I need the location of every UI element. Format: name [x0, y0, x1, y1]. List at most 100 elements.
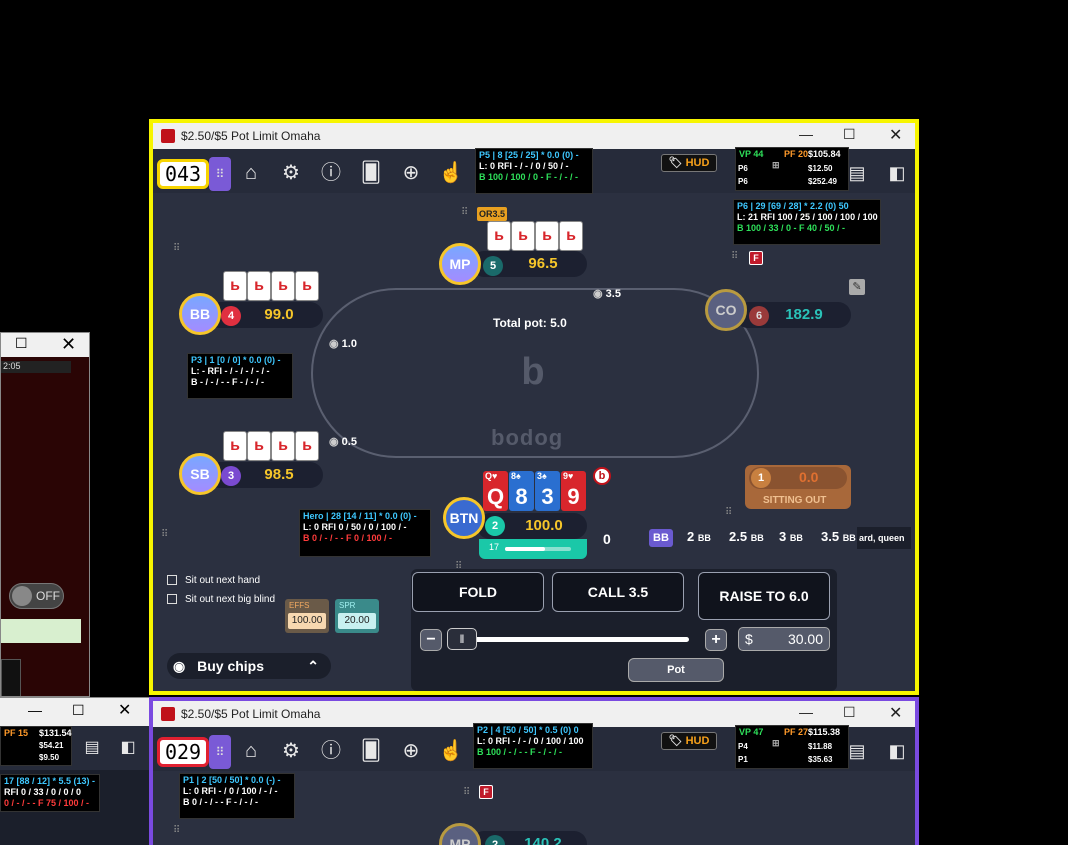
checkbox[interactable] — [167, 575, 177, 586]
co-seat[interactable]: CO — [705, 289, 747, 331]
note-icon[interactable]: ✎ — [849, 279, 865, 295]
buy-chips-button[interactable]: ◉ Buy chips ⌃ — [167, 653, 331, 679]
mp-seat[interactable]: MP — [439, 243, 481, 285]
maximize-icon[interactable]: ☐ — [843, 704, 856, 721]
call-button[interactable]: CALL 3.5 — [552, 572, 684, 612]
spr-value: 20.00 — [338, 613, 376, 629]
open-raise-label: OR3.5 — [477, 207, 507, 221]
card-corner: 3♠ — [537, 471, 547, 481]
hero-hud[interactable]: Hero | 28 [14 / 11] * 0.0 (0) - L: 0 RFI… — [299, 509, 431, 557]
drag-handle-icon[interactable]: ⠿ — [173, 825, 180, 836]
home-icon[interactable]: ⌂ — [237, 159, 265, 187]
cards-icon[interactable]: 🂠 — [357, 737, 385, 765]
preset-2-5bb[interactable]: 2.5 BB — [729, 529, 764, 544]
cashier-icon[interactable]: ☝ — [437, 159, 465, 187]
p1-hud[interactable]: P1 | 2 [50 / 50] * 0.0 (-) - L: 0 RFI - … — [179, 773, 295, 819]
add-table-icon[interactable]: ⊕ — [397, 159, 425, 187]
add-table-icon[interactable]: ⊕ — [397, 737, 425, 765]
fold-button[interactable]: FOLD — [412, 572, 544, 612]
seat-number: 3 — [221, 466, 241, 486]
drag-handle-icon[interactable]: ⠿ — [455, 561, 462, 572]
hud-line: Hero | 28 [14 / 11] * 0.0 (0) - — [303, 511, 417, 521]
vp-stats-hud[interactable]: VP 47 PF 27 $115.38 P4 ⊞ $11.88 P1 $35.6… — [735, 725, 849, 769]
bet-slider-track[interactable] — [453, 637, 689, 642]
card-corner: 8♠ — [511, 471, 521, 481]
close-icon[interactable]: ✕ — [61, 334, 76, 355]
gear-icon[interactable]: ⚙ — [277, 737, 305, 765]
minimize-icon[interactable]: — — [28, 702, 42, 718]
p3-hud[interactable]: P3 | 1 [0 / 0] * 0.0 (0) - L: - RFI - / … — [187, 353, 293, 399]
drag-handle-icon[interactable]: ⠿ — [463, 787, 470, 798]
cashier-icon[interactable]: ☝ — [437, 737, 465, 765]
hud-line: P2 | 4 [50 / 50] * 0.5 (0) 0 — [477, 725, 579, 735]
toggle-switch[interactable]: OFF — [9, 583, 64, 609]
effs-value: 100.00 — [288, 613, 326, 629]
side-panel-icon[interactable]: ◧ — [883, 737, 911, 765]
raise-button[interactable]: RAISE TO 6.0 — [698, 572, 830, 620]
decrease-button[interactable]: − — [420, 629, 442, 651]
sit-out-next-bb[interactable]: Sit out next big blind — [167, 594, 275, 605]
p2-hud[interactable]: P2 | 4 [50 / 50] * 0.5 (0) 0 L: 0 RFI - … — [473, 723, 593, 769]
home-icon[interactable]: ⌂ — [237, 737, 265, 765]
card-back: ь — [223, 271, 247, 301]
app-logo-icon — [161, 707, 175, 721]
bet-slider-handle[interactable]: ‖ — [447, 628, 477, 650]
drag-handle-icon[interactable]: ⠿ — [173, 243, 180, 254]
seat-number: 5 — [483, 256, 503, 276]
cards-icon[interactable]: 🂠 — [357, 159, 385, 187]
minimize-icon[interactable]: — — [799, 126, 813, 142]
pot-button[interactable]: Pot — [628, 658, 724, 682]
poker-table: Total pot: 5.0 b bodog — [311, 288, 759, 458]
sb-seat[interactable]: SB — [179, 453, 221, 495]
checkbox[interactable] — [167, 594, 177, 605]
background-window-partial: ☐ ✕ 2:05 OFF — [0, 332, 90, 697]
maximize-icon[interactable]: ☐ — [843, 126, 856, 143]
drag-handle-icon[interactable]: ⠿ — [725, 507, 732, 518]
gear-icon[interactable]: ⚙ — [277, 159, 305, 187]
vp-hud[interactable]: PF 15 $131.54 $54.21 $9.50 — [0, 726, 72, 766]
info-icon[interactable]: ⓘ — [317, 737, 345, 765]
btn-seat[interactable]: BTN — [443, 497, 485, 539]
layout-icon[interactable]: ▤ — [843, 159, 871, 187]
hud-line: L: 0 RFI 0 / 50 / 0 / 100 / - — [303, 522, 407, 532]
player-hud[interactable]: 17 [88 / 12] * 5.5 (13) - RFI 0 / 33 / 0… — [0, 774, 100, 812]
tag-icon: 🏷 — [668, 157, 686, 169]
card-corner: 9♥ — [563, 471, 574, 481]
sb-cards: ь ь ь ь — [223, 431, 319, 465]
bet-amount-input[interactable]: $ 30.00 — [738, 627, 830, 651]
bb-cards: ь ь ь ь — [223, 271, 319, 305]
layout-icon[interactable]: ▤ — [78, 734, 106, 762]
mp-seat[interactable]: MP — [439, 823, 481, 845]
vp-stats-hud[interactable]: VP 44 PF 20 $105.84 P6 ⊞ $12.50 P6 $252.… — [735, 147, 849, 191]
bb-seat[interactable]: BB — [179, 293, 221, 335]
minimize-icon[interactable]: — — [799, 704, 813, 720]
drag-handle-icon[interactable]: ⠿ — [209, 735, 231, 769]
hud-button[interactable]: 🏷 HUD — [661, 154, 717, 172]
drag-handle-icon[interactable]: ⠿ — [731, 251, 738, 262]
drag-handle-icon[interactable]: ⠿ — [461, 207, 468, 218]
maximize-icon[interactable]: ☐ — [15, 335, 28, 352]
position-stat: P6 — [738, 164, 748, 173]
maximize-icon[interactable]: ☐ — [72, 702, 85, 719]
preset-3-5bb[interactable]: 3.5 BB — [821, 529, 856, 544]
p6-hud[interactable]: P6 | 29 [69 / 28] * 2.2 (0) 50 L: 21 RFI… — [733, 199, 881, 245]
close-icon[interactable]: ✕ — [889, 703, 902, 723]
card-back: ь — [295, 431, 319, 461]
increase-button[interactable]: + — [705, 629, 727, 651]
info-icon[interactable]: ⓘ — [317, 159, 345, 187]
sit-out-next-hand[interactable]: Sit out next hand — [167, 575, 260, 586]
preset-2bb[interactable]: 2 BB — [687, 529, 711, 544]
drag-handle-icon[interactable]: ⠿ — [209, 157, 231, 191]
p5-hud[interactable]: P5 | 8 [25 / 25] * 0.0 (0) - L: 0 RFI - … — [475, 148, 593, 194]
preset-3bb[interactable]: 3 BB — [779, 529, 803, 544]
close-icon[interactable]: ✕ — [118, 700, 131, 720]
side-panel-icon[interactable]: ◧ — [883, 159, 911, 187]
action-timer: 17 — [479, 539, 587, 559]
drag-handle-icon[interactable]: ⠿ — [161, 529, 168, 540]
side-panel-icon[interactable]: ◧ — [114, 734, 142, 762]
layout-icon[interactable]: ▤ — [843, 737, 871, 765]
timer-value: 17 — [489, 542, 500, 552]
hud-button[interactable]: 🏷 HUD — [661, 732, 717, 750]
close-icon[interactable]: ✕ — [889, 125, 902, 145]
bb-toggle[interactable]: BB — [649, 529, 673, 547]
